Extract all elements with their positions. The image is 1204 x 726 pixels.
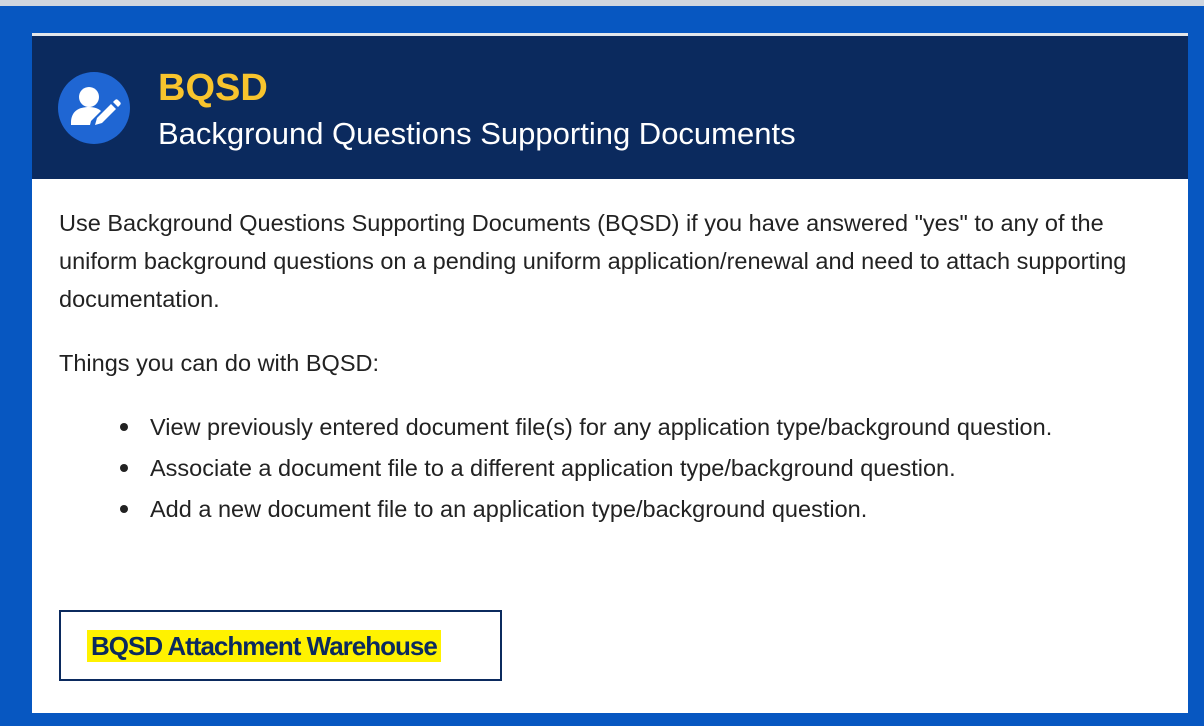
bullet-icon (120, 423, 128, 431)
intro-paragraph: Use Background Questions Supporting Docu… (59, 210, 1127, 312)
header-abbreviation: BQSD (158, 67, 268, 109)
bullet-icon (120, 505, 128, 513)
bullet-icon (120, 464, 128, 472)
card-header: BQSD Background Questions Supporting Doc… (32, 36, 1188, 179)
bqsd-attachment-warehouse-button[interactable]: BQSD Attachment Warehouse (59, 610, 502, 681)
feature-list: View previously entered document file(s)… (120, 408, 1130, 531)
list-item-text: View previously entered document file(s)… (150, 414, 1053, 440)
list-item: Associate a document file to a different… (120, 449, 1130, 487)
user-edit-icon (58, 72, 130, 144)
bqsd-card: BQSD Background Questions Supporting Doc… (32, 33, 1188, 713)
list-item: Add a new document file to an applicatio… (120, 490, 1130, 528)
header-title: Background Questions Supporting Document… (158, 116, 796, 151)
list-item: View previously entered document file(s)… (120, 408, 1130, 446)
list-item-text: Add a new document file to an applicatio… (150, 496, 868, 522)
list-item-text: Associate a document file to a different… (150, 455, 956, 481)
things-heading: Things you can do with BQSD: (59, 350, 380, 376)
warehouse-button-label: BQSD Attachment Warehouse (87, 630, 441, 662)
page-frame: BQSD Background Questions Supporting Doc… (0, 0, 1204, 726)
